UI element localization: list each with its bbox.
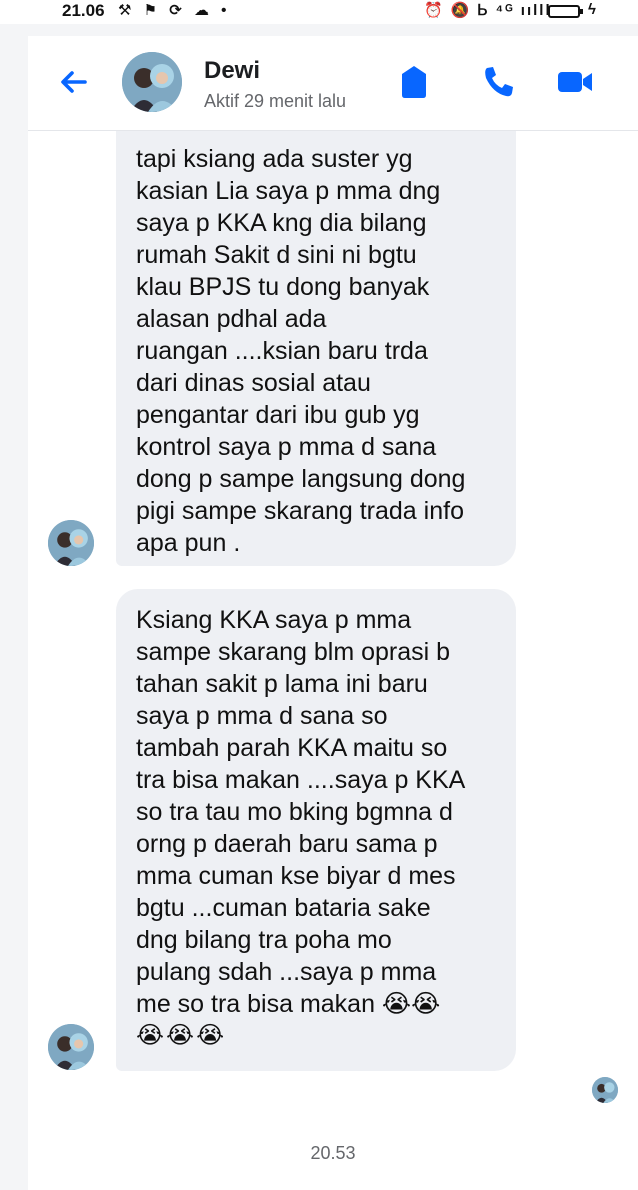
conversation-header: Dewi Aktif 29 menit lalu	[28, 36, 638, 131]
message-line: tambah parah KKA maitu so	[136, 734, 448, 762]
message-line: klau BPJS tu dong banyak	[136, 273, 430, 301]
message-line: kontrol saya p mma d sana	[136, 433, 437, 461]
message-bubble[interactable]: Ksiang KKA saya p mma sampe skarang blm …	[116, 589, 516, 1071]
message-line: dari dinas sosial atau	[136, 369, 371, 397]
sender-avatar[interactable]	[48, 1024, 94, 1070]
message-line: pulang sdah ...saya p mma	[136, 958, 437, 986]
charging-icon: ϟ	[588, 1, 596, 18]
message-line: ruangan ....ksian baru trda	[136, 337, 428, 365]
message-bubble[interactable]: tapi ksiang ada suster yg kasian Lia say…	[116, 131, 516, 566]
phone-icon[interactable]	[478, 62, 518, 102]
message-line: sampe skarang blm oprasi b	[136, 638, 451, 666]
contact-avatar[interactable]	[122, 52, 182, 112]
message-line: tahan sakit p lama ini baru	[136, 670, 428, 698]
message-line: pigi sampe skarang trada info	[136, 497, 464, 525]
message-line: alasan pdhal ada	[136, 305, 327, 333]
message-line: saya p KKA kng dia bilang	[136, 209, 427, 237]
back-arrow-icon[interactable]	[54, 62, 94, 102]
shield-icon[interactable]	[394, 62, 434, 102]
video-camera-icon[interactable]	[555, 62, 595, 102]
message-line: apa pun .	[136, 529, 241, 557]
message-line: me so tra bisa makan 😭😭	[136, 990, 441, 1018]
message-line: so tra tau mo bking bgmna d	[136, 798, 453, 826]
seen-receipt-avatar	[592, 1077, 618, 1103]
message-line: tra bisa makan ....saya p KKA	[136, 766, 466, 794]
sender-avatar[interactable]	[48, 520, 94, 566]
message-line: tapi ksiang ada suster yg	[136, 145, 413, 173]
message-line: dng bilang tra poha mo	[136, 926, 392, 954]
status-time: 21.06	[62, 1, 105, 20]
message-line: saya p mma d sana so	[136, 702, 388, 730]
message-line: bgtu ...cuman bataria sake	[136, 894, 431, 922]
message-line: Ksiang KKA saya p mma	[136, 606, 412, 634]
message-thread[interactable]: tapi ksiang ada suster yg kasian Lia say…	[28, 131, 638, 1190]
message-line: kasian Lia saya p mma dng	[136, 177, 441, 205]
message-line: pengantar dari ibu gub yg	[136, 401, 420, 429]
message-line: mma cuman kse biyar d mes	[136, 862, 456, 890]
contact-name[interactable]: Dewi	[204, 57, 260, 85]
contact-active-status: Aktif 29 menit lalu	[204, 91, 347, 111]
message-timestamp: 20.53	[310, 1143, 356, 1163]
message-line: dong p sampe langsung dong	[136, 465, 466, 493]
message-line: rumah Sakit d sini ni bgtu	[136, 241, 417, 269]
status-bar: 21.06 ⚒ ⚑ ⟳ ☁ • ⏰ 🔕 Ꮟ ⁴ᴳ ıılll ϟ	[0, 0, 638, 24]
status-notification-icons: ⚒ ⚑ ⟳ ☁ •	[118, 2, 231, 19]
message-line: orng p daerah baru sama p	[136, 830, 438, 858]
status-system-icons: ⏰ 🔕 Ꮟ ⁴ᴳ ıılll	[424, 2, 552, 19]
battery-icon	[548, 5, 583, 18]
message-emoji-line: 😭😭😭	[136, 1022, 227, 1049]
